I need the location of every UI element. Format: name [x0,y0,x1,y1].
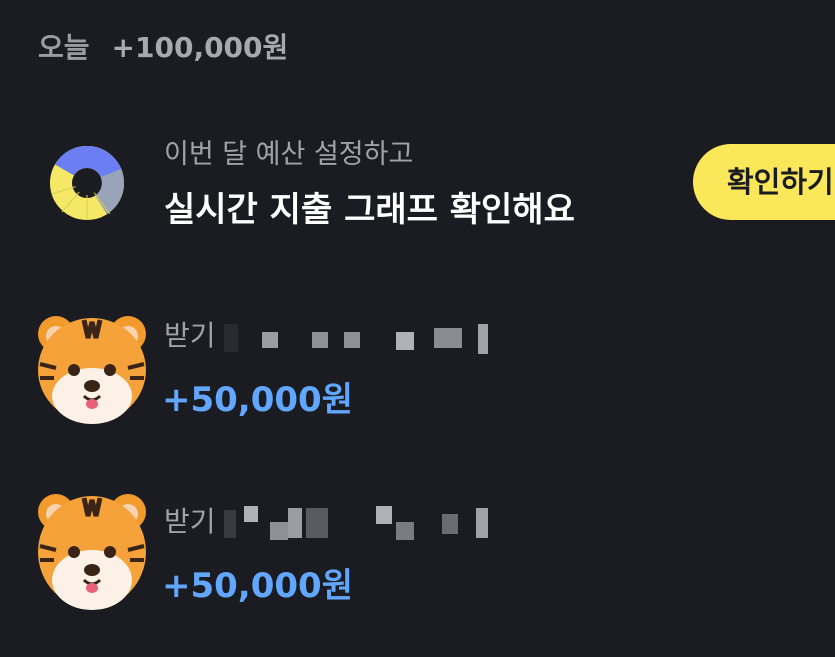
redacted-sender-name [220,500,492,540]
transaction-label-row: 받기 [164,312,492,356]
redacted-sender-name [220,314,492,354]
promo-subtitle: 이번 달 예산 설정하고 [164,139,414,170]
confirm-button[interactable]: 확인하기 [693,144,835,220]
tiger-face-icon [38,494,146,610]
tiger-face-icon [38,316,146,424]
day-total: +100,000원 [111,31,289,64]
transaction-label-row: 받기 [164,498,492,542]
transaction-item[interactable]: 받기 +50,000원 [0,486,835,616]
donut-chart-icon [50,146,124,220]
day-label: 오늘 [38,31,90,64]
transaction-amount: +50,000원 [162,566,353,606]
transaction-history-screen: 오늘 +100,000원 이번 달 예산 설정하고 실시간 지출 그래프 확인해… [0,0,835,657]
day-header: 오늘 +100,000원 [38,26,288,66]
budget-promo-banner[interactable]: 이번 달 예산 설정하고 실시간 지출 그래프 확인해요 확인하기 [0,126,835,236]
promo-title: 실시간 지출 그래프 확인해요 [164,190,575,230]
transaction-amount: +50,000원 [162,380,353,420]
transaction-item[interactable]: 받기 +50,000원 [0,300,835,430]
transaction-label: 받기 [164,319,216,352]
transaction-label: 받기 [164,505,216,538]
